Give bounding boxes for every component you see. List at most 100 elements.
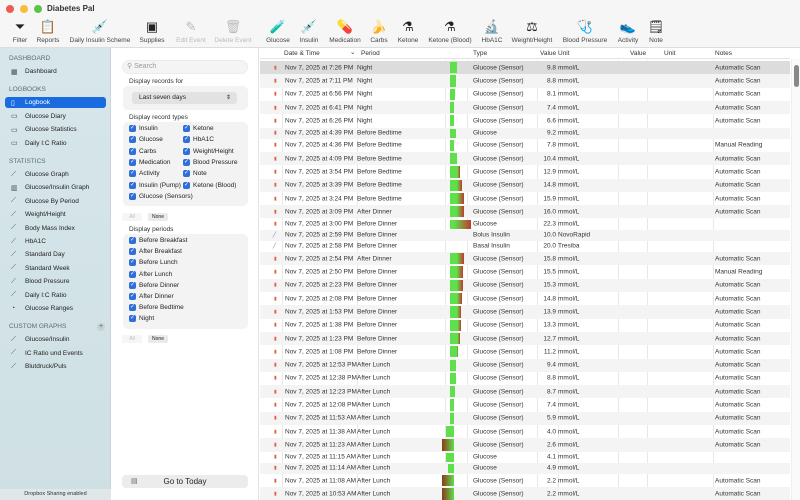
checkbox-medication[interactable]: ✓ Medication [129,158,170,166]
table-row[interactable]: ⁄ Nov 7, 2025 at 2:59 PM Before Dinner Bolu… [260,229,790,241]
column-header-period[interactable]: Period [361,50,380,57]
checkbox-glucose[interactable]: ✓ Glucose [129,136,163,144]
table-row[interactable]: ▮ Nov 7, 2025 at 4:36 PM Before Bedtime Glu… [260,139,790,152]
table-row[interactable]: ▮ Nov 7, 2025 at 6:56 PM Night Glucose (Sen… [260,88,790,101]
toolbar-activity-button[interactable]: 👟 Activity [618,17,639,44]
toolbar-note-button[interactable]: 🗒 Note [648,17,665,44]
checkbox-activity[interactable]: ✓ Activity [129,170,160,178]
sidebar-item-glucose-by-period[interactable]: ⟋ Glucose By Period [5,196,106,207]
checkbox-night[interactable]: ✓ Night [129,315,154,323]
checkbox-blood-pressure[interactable]: ✓ Blood Pressure [183,158,237,166]
table-row[interactable]: ▮ Nov 7, 2025 at 3:09 PM After Dinner Gluco… [260,205,790,219]
toolbar-insulin-button[interactable]: 💉 Insulin [300,17,319,44]
table-row[interactable]: ▮ Nov 7, 2025 at 12:23 PM After Lunch Gluco… [260,385,790,399]
table-row[interactable]: ▮ Nov 7, 2025 at 11:15 AM After Lunch Gluco… [260,452,790,463]
table-row[interactable]: ▮ Nov 7, 2025 at 4:39 PM Before Bedtime Glu… [260,127,790,139]
table-row[interactable]: ▮ Nov 7, 2025 at 1:53 PM Before Dinner Gluc… [260,305,790,319]
sidebar-item-hba1c[interactable]: ⟋ HbA1C [5,236,106,247]
table-row[interactable]: ▮ Nov 7, 2025 at 6:26 PM Night Glucose (Sen… [260,114,790,127]
column-header-unit[interactable]: Unit [664,50,676,57]
checkbox-after-dinner[interactable]: ✓ After Dinner [129,293,174,300]
checkbox-before-bedtime[interactable]: ✓ Before Bedtime [129,304,184,312]
checkbox-before-dinner[interactable]: ✓ Before Dinner [129,281,179,289]
table-row[interactable]: ▮ Nov 7, 2025 at 2:54 PM After Dinner Gluco… [260,252,790,266]
sidebar-item-blutdruck-puls[interactable]: ⟋ Blutdruck/Puls [5,361,106,372]
sidebar-item-weight-height[interactable]: ⟋ Weight/Height [5,209,106,220]
sidebar-item-glucose-insulin[interactable]: ⟋ Glucose/Insulin [5,334,106,345]
checkbox-before-breakfast[interactable]: ✓ Before Breakfast [129,237,187,244]
sidebar-item-ic-ratio-und-events[interactable]: ⟋ IC Ratio und Events [5,348,106,359]
table-row[interactable]: ▮ Nov 7, 2025 at 2:23 PM Before Dinner Gluc… [260,278,790,292]
table-row[interactable]: ▮ Nov 7, 2025 at 2:50 PM Before Dinner Gluc… [260,265,790,278]
add-custom-graph-button[interactable]: + [97,323,105,331]
scrollbar[interactable] [791,59,800,500]
toolbar-glucose-button[interactable]: 🧪 Glucose [266,17,290,44]
toolbar-ketone-button[interactable]: ⚗ Ketone [398,17,419,44]
table-row[interactable]: ▮ Nov 7, 2025 at 12:38 PM After Lunch Gluco… [260,372,790,385]
table-row[interactable]: ⁄ Nov 7, 2025 at 2:58 PM Before Dinner Basa… [260,241,790,252]
table-row[interactable]: ▮ Nov 7, 2025 at 1:23 PM Before Dinner Gluc… [260,331,790,346]
table-row[interactable]: ▮ Nov 7, 2025 at 7:11 PM Night Glucose (Sen… [260,74,790,88]
table-row[interactable]: ▮ Nov 7, 2025 at 11:23 AM After Lunch Gluco… [260,438,790,452]
toolbar-hba1c-button[interactable]: 🔬 HbA1C [482,17,503,44]
toolbar-daily-insulin-scheme-button[interactable]: 💉 Daily Insulin Scheme [70,17,131,44]
toolbar-ketone-blood--button[interactable]: ⚗ Ketone (Blood) [428,17,471,44]
column-header-type[interactable]: Type [473,50,487,57]
periods-none-button[interactable]: None [148,335,168,343]
table-row[interactable]: ▮ Nov 7, 2025 at 11:53 AM After Lunch Gluco… [260,411,790,425]
table-row[interactable]: ▮ Nov 7, 2025 at 11:08 AM After Lunch Gluco… [260,474,790,487]
sidebar-item-logbook[interactable]: ▯ Logbook [5,97,106,109]
sidebar-item-glucose-diary[interactable]: ▭ Glucose Diary [5,111,106,122]
toolbar-filter-button[interactable]: ⏷ Filter [13,17,27,44]
table-row[interactable]: ▮ Nov 7, 2025 at 7:26 PM Night Glucose (Sen… [260,61,790,75]
table-row[interactable]: ▮ Nov 7, 2025 at 6:41 PM Night Glucose (Sen… [260,100,790,115]
search-input[interactable]: ⚲ Search [122,60,248,74]
table-row[interactable]: ▮ Nov 7, 2025 at 11:14 AM After Lunch Gluco… [260,462,790,474]
sort-chevron-icon[interactable]: ⌄ [350,48,355,56]
checkbox-note[interactable]: ✓ Note [183,170,207,178]
checkbox-glucose-sensors-[interactable]: ✓ Glucose (Sensors) [129,192,193,200]
table-row[interactable]: ▮ Nov 7, 2025 at 12:53 PM After Lunch Gluco… [260,358,790,372]
toolbar-blood-pressure-button[interactable]: 🩺 Blood Pressure [563,17,607,44]
checkbox-carbs[interactable]: ✓ Carbs [129,147,156,155]
sidebar-item-glucose-statistics[interactable]: ▭ Glucose Statistics [5,124,106,135]
sidebar-item-dashboard[interactable]: ▦ Dashboard [5,66,106,77]
table-row[interactable]: ▮ Nov 7, 2025 at 3:39 PM Before Bedtime Glu… [260,178,790,192]
sidebar-item-standard-week[interactable]: ⟋ Standard Week [5,263,106,274]
zoom-button[interactable] [34,5,42,13]
column-header-date-time[interactable]: Date & Time [284,50,320,57]
column-header-notes[interactable]: Notes [715,50,732,57]
sidebar-item-glucose-ranges[interactable]: ◔ Glucose Ranges [5,303,106,314]
toolbar-reports-button[interactable]: 📋 Reports [37,17,60,44]
table-row[interactable]: ▮ Nov 7, 2025 at 1:38 PM Before Dinner Gluc… [260,319,790,332]
periods-all-button[interactable]: All [122,335,142,343]
sidebar-item-body-mass-index[interactable]: ⟋ Body Mass Index [5,223,106,234]
sidebar-item-daily-i-c-ratio[interactable]: ⟋ Daily I:C Ratio [5,290,106,301]
table-row[interactable]: ▮ Nov 7, 2025 at 3:54 PM Before Bedtime Glu… [260,165,790,178]
toolbar-weight-height-button[interactable]: ⚖ Weight/Height [512,17,553,44]
table-row[interactable]: ▮ Nov 7, 2025 at 4:09 PM Before Bedtime Glu… [260,152,790,166]
checkbox-ketone[interactable]: ✓ Ketone [183,125,214,132]
records-for-select[interactable]: Last seven days ⇕ [132,92,237,104]
sidebar-item-standard-day[interactable]: ⟋ Standard Day [5,249,106,260]
checkbox-after-lunch[interactable]: ✓ After Lunch [129,270,172,278]
table-row[interactable]: ▮ Nov 7, 2025 at 2:08 PM Before Dinner Gluc… [260,292,790,305]
toolbar-carbs-button[interactable]: 🍌 Carbs [370,17,387,44]
table-row[interactable]: ▮ Nov 7, 2025 at 1:08 PM Before Dinner Gluc… [260,345,790,358]
sidebar-item-blood-pressure[interactable]: ⟋ Blood Pressure [5,276,106,287]
sidebar-item-daily-i-c-ratio[interactable]: ▭ Daily I:C Ratio [5,138,106,149]
table-row[interactable]: ▮ Nov 7, 2025 at 3:24 PM Before Bedtime Glu… [260,192,790,205]
checkbox-weight-height[interactable]: ✓ Weight/Height [183,147,234,155]
types-all-button[interactable]: All [122,213,142,221]
toolbar-medication-button[interactable]: 💊 Medication [329,17,360,44]
column-header-unit[interactable]: Unit [558,50,570,57]
sidebar-item-glucose-insulin-graph[interactable]: ▥ Glucose/Insulin Graph [5,182,106,193]
table-row[interactable]: ▮ Nov 7, 2025 at 11:38 AM After Lunch Gluco… [260,425,790,438]
checkbox-insulin-pump-[interactable]: ✓ Insulin (Pump) [129,181,181,189]
table-row[interactable]: ▮ Nov 7, 2025 at 10:53 AM After Lunch Gluco… [260,487,790,500]
minimize-button[interactable] [20,5,28,13]
column-header-value[interactable]: Value [540,50,556,57]
column-header-value[interactable]: Value [630,50,646,57]
scrollbar-thumb[interactable] [794,65,799,87]
sidebar-item-glucose-graph[interactable]: ⟋ Glucose Graph [5,169,106,180]
